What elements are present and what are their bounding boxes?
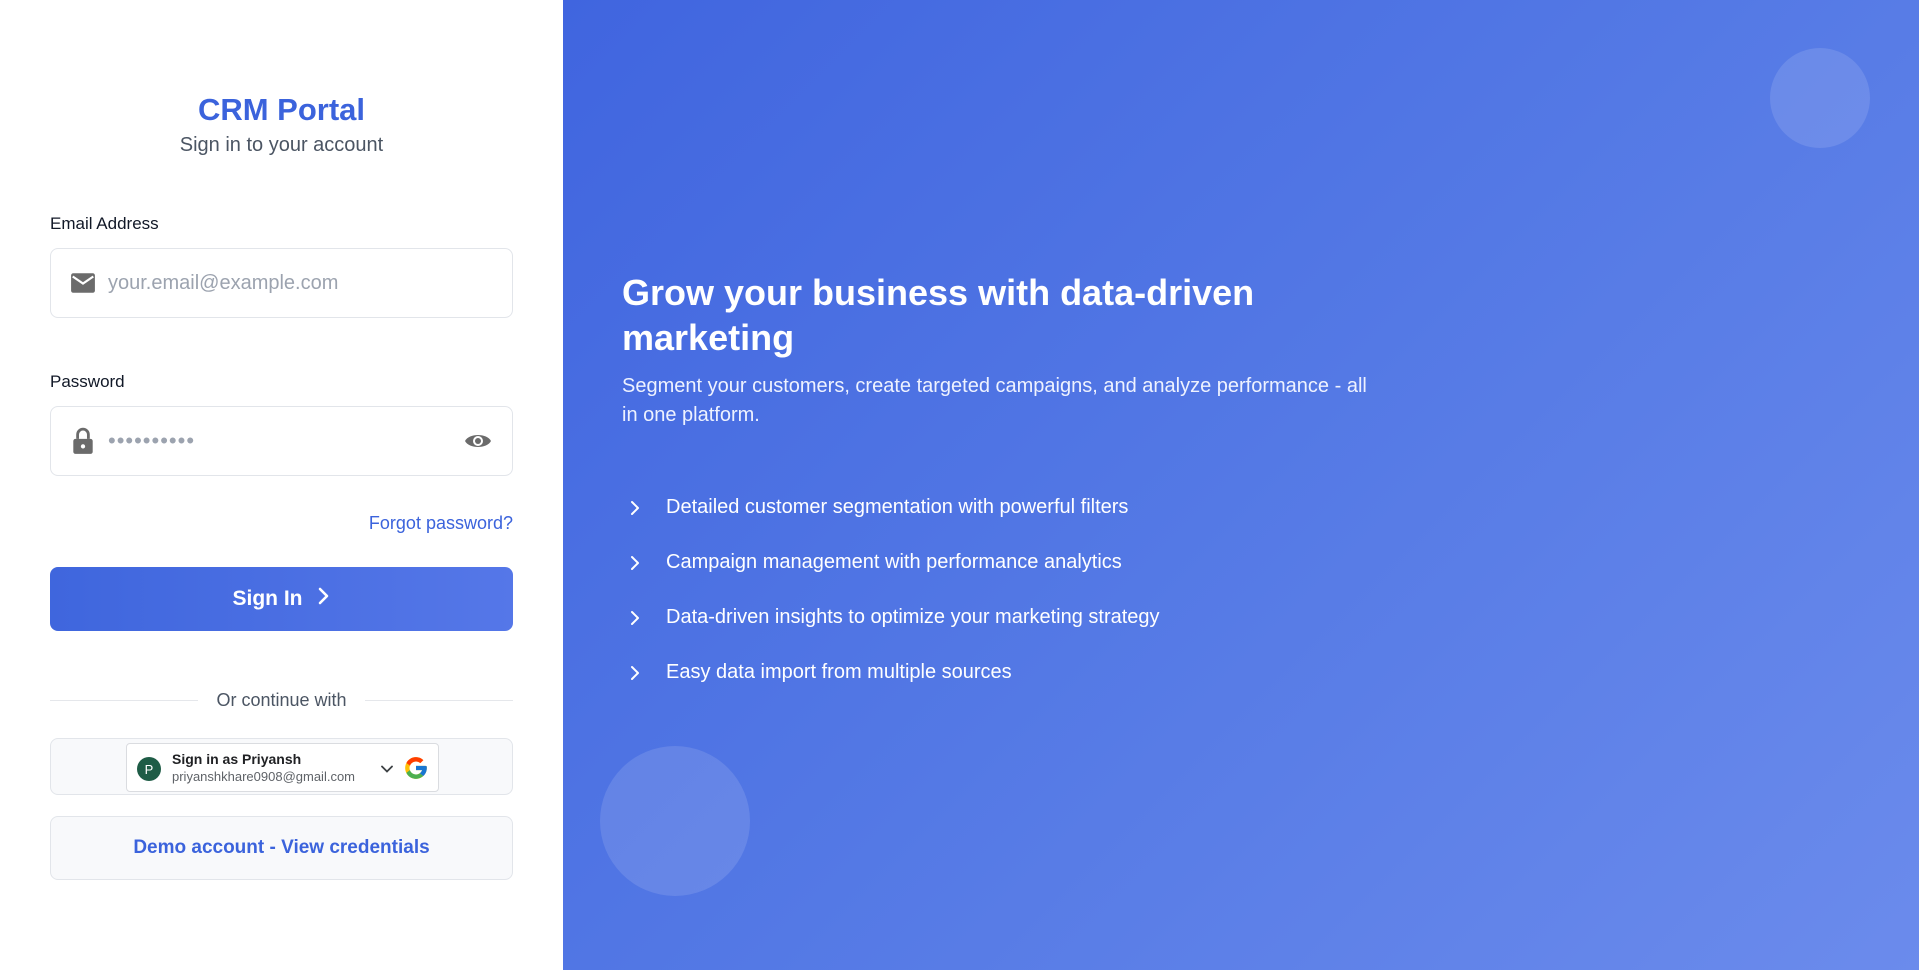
password-masked-value: •••••••••• <box>108 428 196 453</box>
email-label: Email Address <box>50 214 159 233</box>
login-panel: CRM Portal Sign in to your account Email… <box>0 0 563 970</box>
brand-title: CRM Portal <box>197 92 366 127</box>
google-logo-icon <box>403 755 429 781</box>
page-subtitle: Sign in to your account <box>179 134 384 156</box>
feature-text: Detailed customer segmentation with powe… <box>666 496 1129 518</box>
hero-description: Segment your customers, create targeted … <box>622 375 1367 426</box>
feature-text: Easy data import from multiple sources <box>666 661 1012 683</box>
eye-icon[interactable] <box>462 425 494 457</box>
email-field-container <box>50 248 513 318</box>
password-field[interactable]: •••••••••• <box>50 406 513 476</box>
forgot-password-link[interactable]: Forgot password? <box>369 513 513 534</box>
feature-list: Detailed customer segmentation with powe… <box>622 480 1160 700</box>
password-label: Password <box>50 372 125 391</box>
hero-panel: Grow your business with data-driven mark… <box>563 0 1919 970</box>
sign-in-label: Sign In <box>232 587 303 610</box>
divider-line-right <box>365 700 513 701</box>
login-page: CRM Portal Sign in to your account Email… <box>0 0 1919 970</box>
feature-text: Data-driven insights to optimize your ma… <box>666 606 1160 628</box>
divider: Or continue with <box>50 690 513 710</box>
google-signin-button[interactable]: P Sign in as Priyansh priyanshkhare0908@… <box>126 743 439 792</box>
sign-in-button[interactable]: Sign In <box>50 567 513 631</box>
chevron-right-icon <box>622 550 648 576</box>
chevron-right-icon <box>317 587 331 611</box>
google-account-title: Sign in as Priyansh <box>172 751 302 767</box>
decorative-circle <box>1770 48 1870 148</box>
lock-icon <box>69 427 97 455</box>
chevron-right-icon <box>622 495 648 521</box>
google-account-email: priyanshkhare0908@gmail.com <box>172 769 356 784</box>
chevron-right-icon <box>622 605 648 631</box>
avatar: P <box>137 757 161 781</box>
feature-text: Campaign management with performance ana… <box>666 551 1122 573</box>
google-signin-container: P Sign in as Priyansh priyanshkhare0908@… <box>50 738 513 795</box>
hero-title: Grow your business with data-driven mark… <box>622 272 1255 358</box>
chevron-right-icon <box>622 660 648 686</box>
feature-item: Easy data import from multiple sources <box>622 645 1160 700</box>
feature-item: Data-driven insights to optimize your ma… <box>622 590 1160 645</box>
feature-item: Detailed customer segmentation with powe… <box>622 480 1160 535</box>
mail-icon <box>69 269 97 297</box>
demo-account-button[interactable]: Demo account - View credentials <box>50 816 513 880</box>
chevron-down-icon[interactable] <box>380 762 394 776</box>
email-input[interactable] <box>108 249 452 317</box>
feature-item: Campaign management with performance ana… <box>622 535 1160 590</box>
decorative-circle <box>600 746 750 896</box>
